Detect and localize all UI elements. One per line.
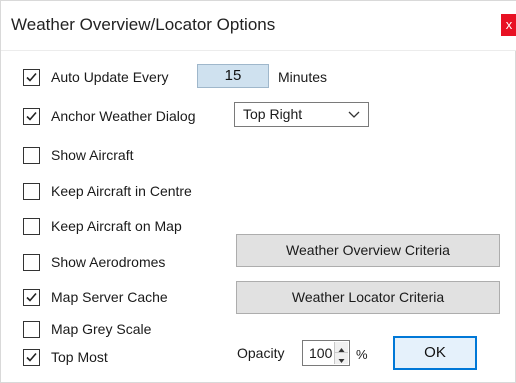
opacity-value: 100 bbox=[309, 345, 333, 361]
checkmark-icon bbox=[26, 352, 37, 362]
auto-update-label: Auto Update Every bbox=[51, 69, 169, 85]
update-minutes-input[interactable]: 15 bbox=[197, 64, 269, 88]
top-most-label: Top Most bbox=[51, 349, 108, 365]
spin-up-button[interactable] bbox=[335, 342, 348, 353]
opacity-label: Opacity bbox=[237, 345, 285, 361]
auto-update-checkbox[interactable] bbox=[23, 69, 40, 86]
weather-locator-criteria-button[interactable]: Weather Locator Criteria bbox=[236, 281, 500, 314]
anchor-position-value: Top Right bbox=[243, 106, 303, 122]
caret-down-icon bbox=[338, 359, 345, 363]
show-aircraft-row: Show Aircraft bbox=[1, 143, 516, 171]
anchor-position-select[interactable]: Top Right bbox=[234, 102, 369, 127]
map-cache-label: Map Server Cache bbox=[51, 289, 168, 305]
map-grey-label: Map Grey Scale bbox=[51, 321, 152, 337]
title-bar: Weather Overview/Locator Options x bbox=[1, 1, 516, 51]
ok-button[interactable]: OK bbox=[393, 336, 477, 370]
show-aerodromes-label: Show Aerodromes bbox=[51, 254, 166, 270]
close-button[interactable]: x bbox=[501, 14, 516, 36]
keep-centre-row: Keep Aircraft in Centre bbox=[1, 179, 516, 207]
opacity-unit: % bbox=[356, 347, 368, 362]
weather-overview-criteria-button[interactable]: Weather Overview Criteria bbox=[236, 234, 500, 267]
map-grey-checkbox[interactable] bbox=[23, 321, 40, 338]
chevron-down-icon bbox=[348, 111, 360, 118]
checkmark-icon bbox=[26, 292, 37, 302]
show-aircraft-checkbox[interactable] bbox=[23, 147, 40, 164]
anchor-dialog-checkbox[interactable] bbox=[23, 108, 40, 125]
top-most-checkbox[interactable] bbox=[23, 349, 40, 366]
keep-centre-label: Keep Aircraft in Centre bbox=[51, 183, 192, 199]
show-aerodromes-checkbox[interactable] bbox=[23, 254, 40, 271]
show-aircraft-label: Show Aircraft bbox=[51, 147, 134, 163]
checkmark-icon bbox=[26, 72, 37, 82]
keep-on-map-checkbox[interactable] bbox=[23, 218, 40, 235]
opacity-spinner[interactable] bbox=[334, 342, 348, 364]
minutes-label: Minutes bbox=[278, 69, 328, 85]
spin-down-button[interactable] bbox=[335, 353, 348, 364]
map-cache-checkbox[interactable] bbox=[23, 289, 40, 306]
window-title: Weather Overview/Locator Options bbox=[11, 15, 276, 34]
keep-on-map-label: Keep Aircraft on Map bbox=[51, 218, 182, 234]
anchor-dialog-label: Anchor Weather Dialog bbox=[51, 108, 196, 124]
checkmark-icon bbox=[26, 111, 37, 121]
keep-centre-checkbox[interactable] bbox=[23, 183, 40, 200]
opacity-input[interactable]: 100 bbox=[302, 340, 350, 366]
options-dialog: Weather Overview/Locator Options x Auto … bbox=[0, 0, 516, 383]
